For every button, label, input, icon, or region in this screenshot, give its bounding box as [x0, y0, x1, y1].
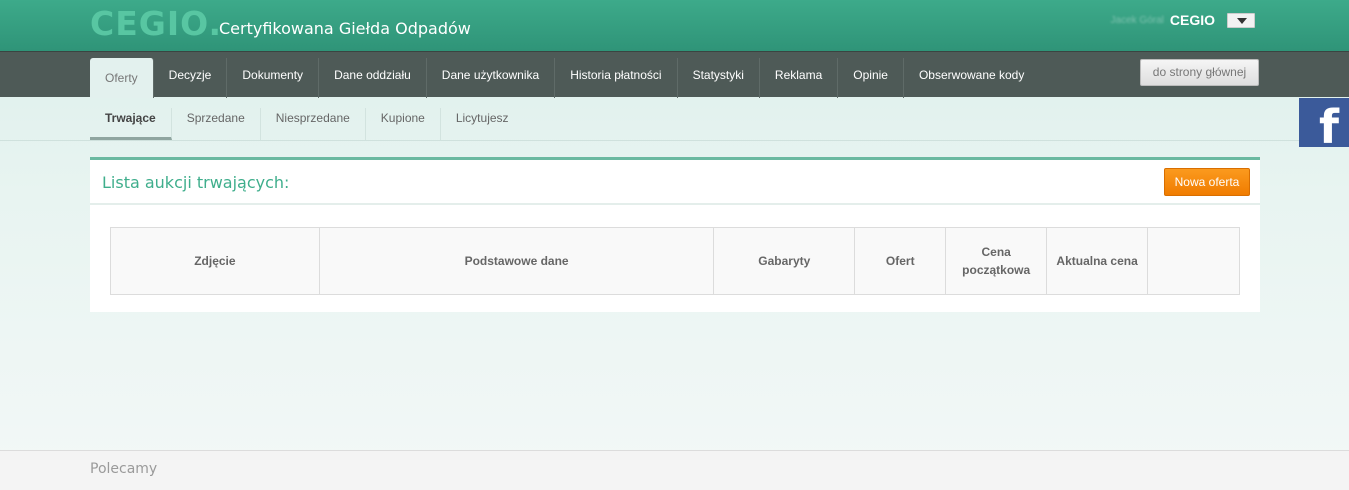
nav-item-oferty[interactable]: Oferty	[90, 58, 154, 98]
column-header-start-price[interactable]: Cena początkowa	[945, 227, 1048, 295]
panel-header: Lista aukcji trwających: Nowa oferta	[90, 160, 1260, 205]
nav-item-obserwowane-kody[interactable]: Obserwowane kody	[904, 58, 1039, 98]
column-header-actions	[1147, 227, 1240, 295]
sub-nav: Trwające Sprzedane Niesprzedane Kupione …	[0, 97, 1349, 141]
column-header-current-price[interactable]: Aktualna cena	[1046, 227, 1149, 295]
chevron-down-icon[interactable]	[1227, 12, 1255, 28]
home-button[interactable]: do strony głównej	[1140, 59, 1259, 86]
nav-item-opinie[interactable]: Opinie	[838, 58, 904, 98]
sub-nav-list: Trwające Sprzedane Niesprzedane Kupione …	[90, 108, 524, 140]
tab-licytujesz[interactable]: Licytujesz	[441, 108, 524, 140]
auctions-table: Zdjęcie Podstawowe dane Gabaryty Ofert C…	[110, 227, 1240, 295]
footer-label: Polecamy	[90, 461, 158, 477]
user-menu[interactable]: Jacek Góral CEGIO	[1111, 12, 1255, 28]
facebook-icon[interactable]: f	[1299, 98, 1349, 147]
column-header-basic-data[interactable]: Podstawowe dane	[318, 227, 715, 295]
user-name: Jacek Góral	[1110, 14, 1164, 26]
nav-item-statystyki[interactable]: Statystyki	[678, 58, 760, 98]
table-header-row: Zdjęcie Podstawowe dane Gabaryty Ofert C…	[110, 227, 1240, 295]
column-header-offers[interactable]: Ofert	[854, 227, 947, 295]
site-title: Certyfikowana Giełda Odpadów	[219, 19, 471, 38]
nav-item-reklama[interactable]: Reklama	[760, 58, 839, 98]
logo[interactable]: CEGIO.	[90, 4, 222, 43]
column-header-photo[interactable]: Zdjęcie	[110, 227, 320, 295]
top-header: CEGIO. Certyfikowana Giełda Odpadów Jace…	[0, 0, 1349, 51]
nav-item-dane-oddzialu[interactable]: Dane oddziału	[319, 58, 427, 98]
tab-niesprzedane[interactable]: Niesprzedane	[261, 108, 366, 140]
tab-trwajace[interactable]: Trwające	[90, 108, 172, 140]
main-nav-list: Oferty Decyzje Dokumenty Dane oddziału D…	[90, 58, 1039, 98]
nav-item-historia-platnosci[interactable]: Historia płatności	[555, 58, 678, 98]
nav-item-dokumenty[interactable]: Dokumenty	[227, 58, 320, 98]
auctions-panel: Lista aukcji trwających: Nowa oferta Zdj…	[90, 157, 1260, 312]
footer: Polecamy	[0, 450, 1349, 490]
nav-item-decyzje[interactable]: Decyzje	[154, 58, 228, 98]
main-nav: Oferty Decyzje Dokumenty Dane oddziału D…	[0, 51, 1349, 98]
panel-title: Lista aukcji trwających:	[102, 173, 290, 192]
new-offer-button[interactable]: Nowa oferta	[1164, 168, 1250, 196]
column-header-dimensions[interactable]: Gabaryty	[713, 227, 856, 295]
tab-sprzedane[interactable]: Sprzedane	[172, 108, 261, 140]
tab-kupione[interactable]: Kupione	[366, 108, 441, 140]
nav-item-dane-uzytkownika[interactable]: Dane użytkownika	[427, 58, 556, 98]
user-company[interactable]: CEGIO	[1170, 12, 1215, 28]
